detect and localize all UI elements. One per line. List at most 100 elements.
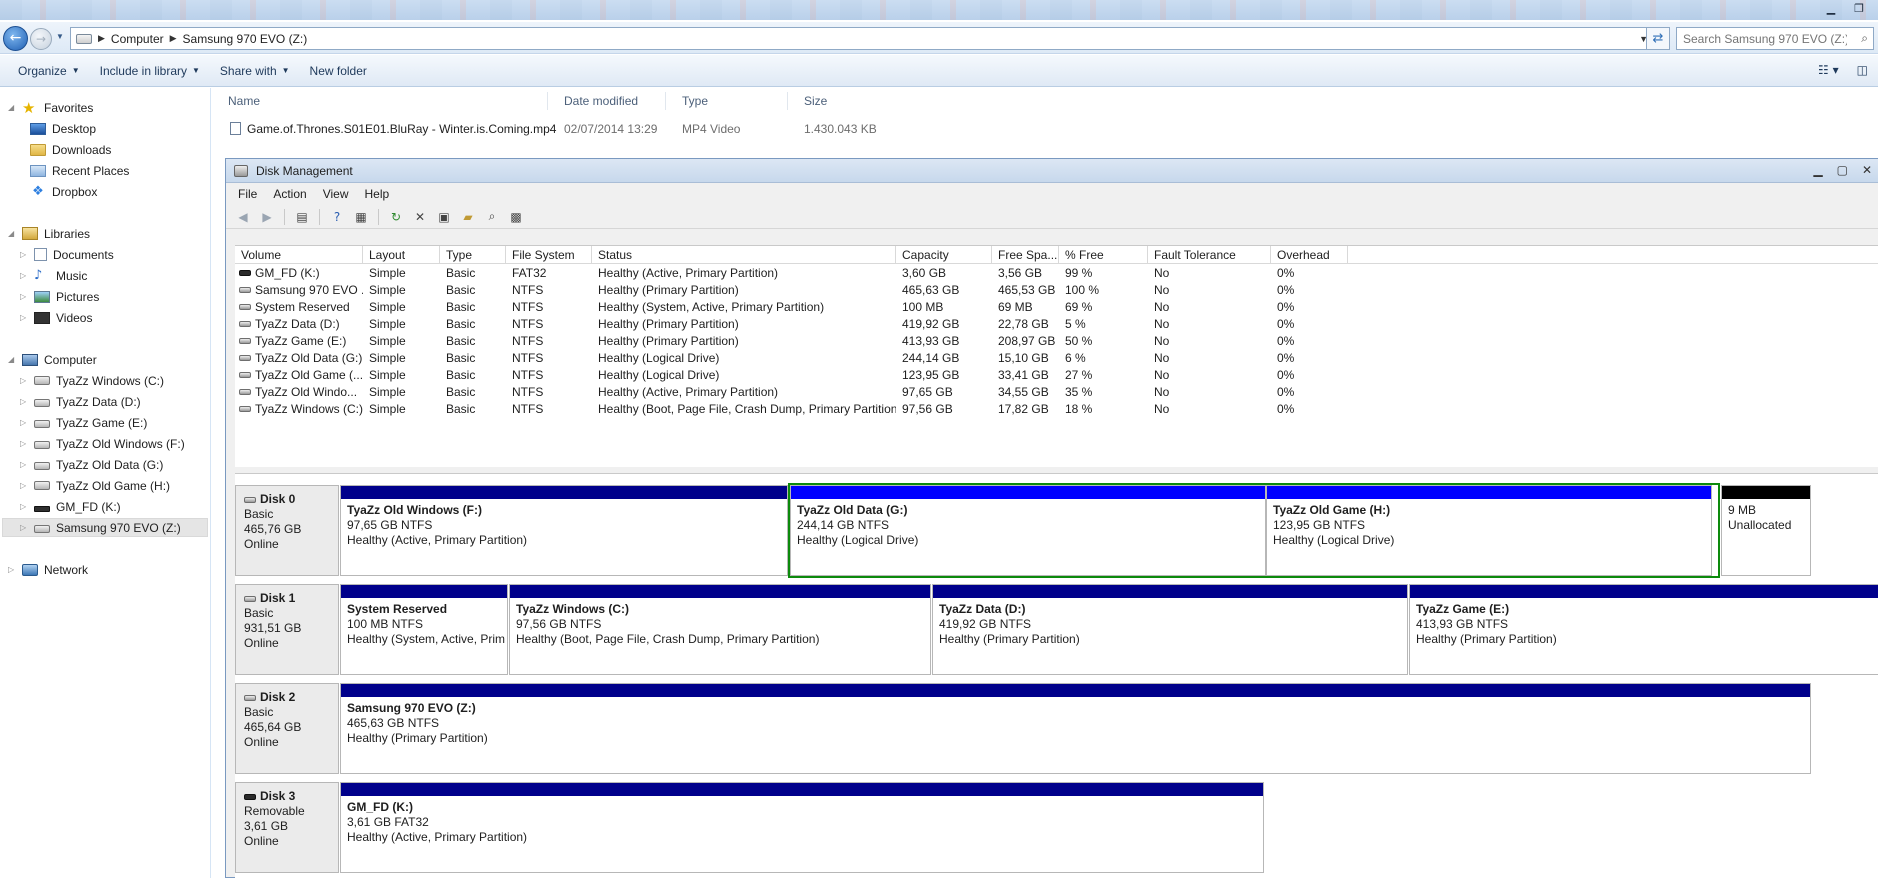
organize-button[interactable]: Organize ▼	[0, 55, 90, 86]
expand-triangle-icon[interactable]: ▷	[20, 439, 28, 448]
nav-item-desktop[interactable]: Desktop	[30, 119, 96, 138]
column-header-layout[interactable]: Layout	[363, 246, 440, 263]
properties-icon[interactable]: ▦	[352, 208, 370, 226]
volume-row[interactable]: TyaZz Old Data (G:) Simple Basic NTFS Health…	[235, 349, 1878, 366]
partition-system-reserved[interactable]: System Reserved 100 MB NTFS Healthy (Syste…	[340, 584, 508, 675]
volume-row[interactable]: Samsung 970 EVO ... Simple Basic NTFS Health…	[235, 281, 1878, 298]
column-header-free-space[interactable]: Free Spa...	[992, 246, 1059, 263]
column-header-type[interactable]: Type	[440, 246, 506, 263]
disk-1-info[interactable]: Disk 1 Basic 931,51 GB Online	[235, 584, 339, 675]
change-view-icon[interactable]: ☷ ▾	[1818, 63, 1839, 77]
address-bar[interactable]: ▶ Computer ▶ Samsung 970 EVO (Z:) ▼	[70, 27, 1655, 50]
expand-triangle-icon[interactable]: ▷	[20, 481, 28, 490]
recent-pages-dropdown[interactable]: ▼	[56, 32, 64, 41]
expand-triangle-icon[interactable]: ▷	[20, 460, 28, 469]
nav-item-drive-z[interactable]: ▷ Samsung 970 EVO (Z:)	[2, 518, 208, 537]
column-header-percent-free[interactable]: % Free	[1059, 246, 1148, 263]
column-header-volume[interactable]: Volume	[235, 246, 363, 263]
expand-triangle-icon[interactable]: ▷	[20, 418, 28, 427]
column-header-overhead[interactable]: Overhead	[1271, 246, 1348, 263]
minimize-button[interactable]: ▁	[1820, 1, 1842, 17]
collapse-triangle-icon[interactable]: ◢	[8, 229, 16, 238]
column-header-size[interactable]: Size	[788, 92, 888, 110]
volume-row[interactable]: TyaZz Old Game (... Simple Basic NTFS Health…	[235, 366, 1878, 383]
partition-f[interactable]: TyaZz Old Windows (F:) 97,65 GB NTFS Healt…	[340, 485, 788, 576]
search-input[interactable]	[1677, 28, 1847, 49]
refresh-button[interactable]: ⇄	[1646, 27, 1670, 50]
new-folder-button[interactable]: New folder	[300, 55, 377, 86]
menu-file[interactable]: File	[230, 187, 265, 201]
disk-2-info[interactable]: Disk 2 Basic 465,64 GB Online	[235, 683, 339, 774]
nav-item-drive-g[interactable]: ▷ TyaZz Old Data (G:)	[20, 455, 163, 474]
expand-triangle-icon[interactable]: ▷	[8, 565, 16, 574]
expand-triangle-icon[interactable]: ▷	[20, 292, 28, 301]
column-header-type[interactable]: Type	[666, 92, 788, 110]
properties-sheet-icon[interactable]: ▣	[435, 208, 453, 226]
nav-item-drive-c[interactable]: ▷ TyaZz Windows (C:)	[20, 371, 164, 390]
delete-icon[interactable]: ✕	[411, 208, 429, 226]
nav-item-documents[interactable]: ▷ Documents	[20, 245, 114, 264]
expand-triangle-icon[interactable]: ▷	[20, 313, 28, 322]
refresh-icon[interactable]: ↻	[387, 208, 405, 226]
nav-item-downloads[interactable]: Downloads	[30, 140, 111, 159]
settings-icon[interactable]: ▩	[507, 208, 525, 226]
nav-item-videos[interactable]: ▷ Videos	[20, 308, 92, 327]
expand-triangle-icon[interactable]: ▷	[20, 250, 28, 259]
partition-k[interactable]: GM_FD (K:) 3,61 GB FAT32 Healthy (Active, …	[340, 782, 1264, 873]
column-header-file-system[interactable]: File System	[506, 246, 592, 263]
close-button[interactable]: ✕	[1862, 163, 1872, 177]
nav-libraries[interactable]: ◢ Libraries	[8, 224, 90, 243]
disk-0-info[interactable]: Disk 0 Basic 465,76 GB Online	[235, 485, 339, 576]
column-header-date[interactable]: Date modified	[548, 92, 666, 110]
volume-row[interactable]: TyaZz Game (E:) Simple Basic NTFS Healthy (P…	[235, 332, 1878, 349]
volume-row[interactable]: TyaZz Windows (C:) Simple Basic NTFS Healthy…	[235, 400, 1878, 417]
expand-triangle-icon[interactable]: ▷	[20, 502, 28, 511]
nav-network[interactable]: ▷ Network	[8, 560, 88, 579]
back-arrow-icon[interactable]: ◀	[234, 208, 252, 226]
show-hide-console-tree-icon[interactable]: ▤	[293, 208, 311, 226]
nav-favorites[interactable]: ◢ ★ Favorites	[8, 98, 93, 117]
column-header-name[interactable]: Name	[212, 92, 548, 110]
nav-item-drive-d[interactable]: ▷ TyaZz Data (D:)	[20, 392, 141, 411]
include-in-library-button[interactable]: Include in library ▼	[90, 55, 210, 86]
chevron-right-icon[interactable]: ▶	[98, 34, 105, 44]
share-with-button[interactable]: Share with ▼	[210, 55, 300, 86]
menu-view[interactable]: View	[315, 187, 357, 201]
nav-item-recent-places[interactable]: Recent Places	[30, 161, 129, 180]
breadcrumb-computer[interactable]: Computer	[111, 32, 164, 46]
chevron-right-icon[interactable]: ▶	[170, 34, 177, 44]
maximize-button[interactable]: ▢	[1837, 163, 1848, 177]
search-icon[interactable]: ⌕	[483, 208, 501, 226]
expand-triangle-icon[interactable]: ▷	[20, 523, 28, 532]
nav-item-drive-k[interactable]: ▷ GM_FD (K:)	[20, 497, 121, 516]
volume-row[interactable]: TyaZz Data (D:) Simple Basic NTFS Healthy (P…	[235, 315, 1878, 332]
nav-item-music[interactable]: ▷ ♪ Music	[20, 266, 87, 285]
unallocated-space[interactable]: 9 MB Unallocated	[1721, 485, 1811, 576]
volume-row[interactable]: TyaZz Old Windo... Simple Basic NTFS Healthy…	[235, 383, 1878, 400]
expand-triangle-icon[interactable]: ▷	[20, 397, 28, 406]
minimize-button[interactable]: ▁	[1813, 163, 1822, 177]
collapse-triangle-icon[interactable]: ◢	[8, 355, 16, 364]
help-icon[interactable]: ?	[328, 208, 346, 226]
search-icon[interactable]: ⌕	[1861, 31, 1868, 46]
restore-button[interactable]: ❐	[1848, 1, 1870, 17]
collapse-triangle-icon[interactable]: ◢	[8, 103, 16, 112]
partition-d[interactable]: TyaZz Data (D:) 419,92 GB NTFS Healthy (Pr…	[932, 584, 1408, 675]
open-folder-icon[interactable]: ▰	[459, 208, 477, 226]
column-header-capacity[interactable]: Capacity	[896, 246, 992, 263]
breadcrumb-drive[interactable]: Samsung 970 EVO (Z:)	[183, 32, 308, 46]
expand-triangle-icon[interactable]: ▷	[20, 376, 28, 385]
back-button[interactable]: ←	[3, 26, 28, 51]
partition-c[interactable]: TyaZz Windows (C:) 97,56 GB NTFS Healthy (…	[509, 584, 931, 675]
nav-item-pictures[interactable]: ▷ Pictures	[20, 287, 99, 306]
column-header-status[interactable]: Status	[592, 246, 896, 263]
partition-e[interactable]: TyaZz Game (E:) 413,93 GB NTFS Healthy (Pr…	[1409, 584, 1878, 675]
nav-item-drive-h[interactable]: ▷ TyaZz Old Game (H:)	[20, 476, 170, 495]
preview-pane-icon[interactable]: ◫	[1857, 63, 1868, 77]
forward-button[interactable]: →	[30, 28, 52, 50]
file-row[interactable]: Game.of.Thrones.S01E01.BluRay - Winter.i…	[212, 119, 888, 139]
forward-arrow-icon[interactable]: ▶	[258, 208, 276, 226]
menu-help[interactable]: Help	[357, 187, 398, 201]
nav-item-dropbox[interactable]: ❖ Dropbox	[30, 182, 97, 201]
volume-row[interactable]: GM_FD (K:) Simple Basic FAT32 Healthy (Activ…	[235, 264, 1878, 281]
